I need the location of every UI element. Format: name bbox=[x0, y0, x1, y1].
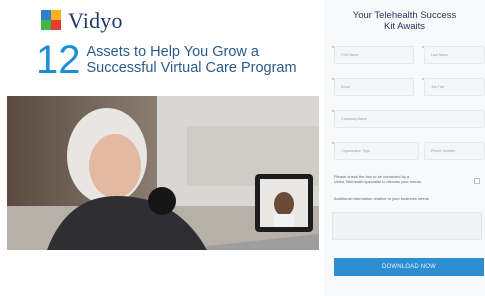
last-name-field[interactable]: Last Name bbox=[424, 46, 485, 64]
form-title: Your Telehealth Success Kit Awaits bbox=[324, 10, 485, 32]
job-title-field[interactable]: Job Title bbox=[424, 78, 485, 96]
brand[interactable]: Vidyo bbox=[38, 8, 123, 34]
hero-panel: Vidyo 12 Assets to Help You Grow a Succe… bbox=[0, 0, 320, 296]
telehealth-video-call-photo bbox=[7, 96, 319, 250]
additional-info-label: Additional information relative to your … bbox=[334, 196, 429, 201]
additional-info-textarea[interactable] bbox=[332, 212, 482, 240]
first-name-field[interactable]: First Name bbox=[334, 46, 414, 64]
page-headline: 12 Assets to Help You Grow a Successful … bbox=[36, 40, 297, 80]
headline-text: Assets to Help You Grow a Successful Vir… bbox=[87, 44, 297, 76]
download-now-button[interactable]: DOWNLOAD NOW bbox=[334, 258, 484, 276]
company-field[interactable]: Company Name bbox=[334, 110, 485, 128]
brand-name: Vidyo bbox=[68, 8, 123, 33]
vidyo-logo-icon bbox=[41, 10, 61, 30]
organization-type-field[interactable]: Organization Type bbox=[334, 142, 419, 160]
email-field[interactable]: Email bbox=[334, 78, 414, 96]
consent-text: Please check the box to be contacted by … bbox=[334, 174, 421, 184]
headline-line-1: Assets to Help You Grow a bbox=[86, 44, 260, 60]
lead-form-panel: Your Telehealth Success Kit Awaits * Fir… bbox=[324, 0, 485, 296]
form-title-line-2: Kit Awaits bbox=[383, 21, 425, 32]
phone-field[interactable]: Phone Number bbox=[424, 142, 485, 160]
headline-line-2: Successful Virtual Care Program bbox=[86, 60, 297, 76]
contact-consent-checkbox[interactable] bbox=[474, 178, 480, 184]
form-title-line-1: Your Telehealth Success bbox=[352, 10, 457, 21]
headline-number: 12 bbox=[36, 38, 81, 82]
